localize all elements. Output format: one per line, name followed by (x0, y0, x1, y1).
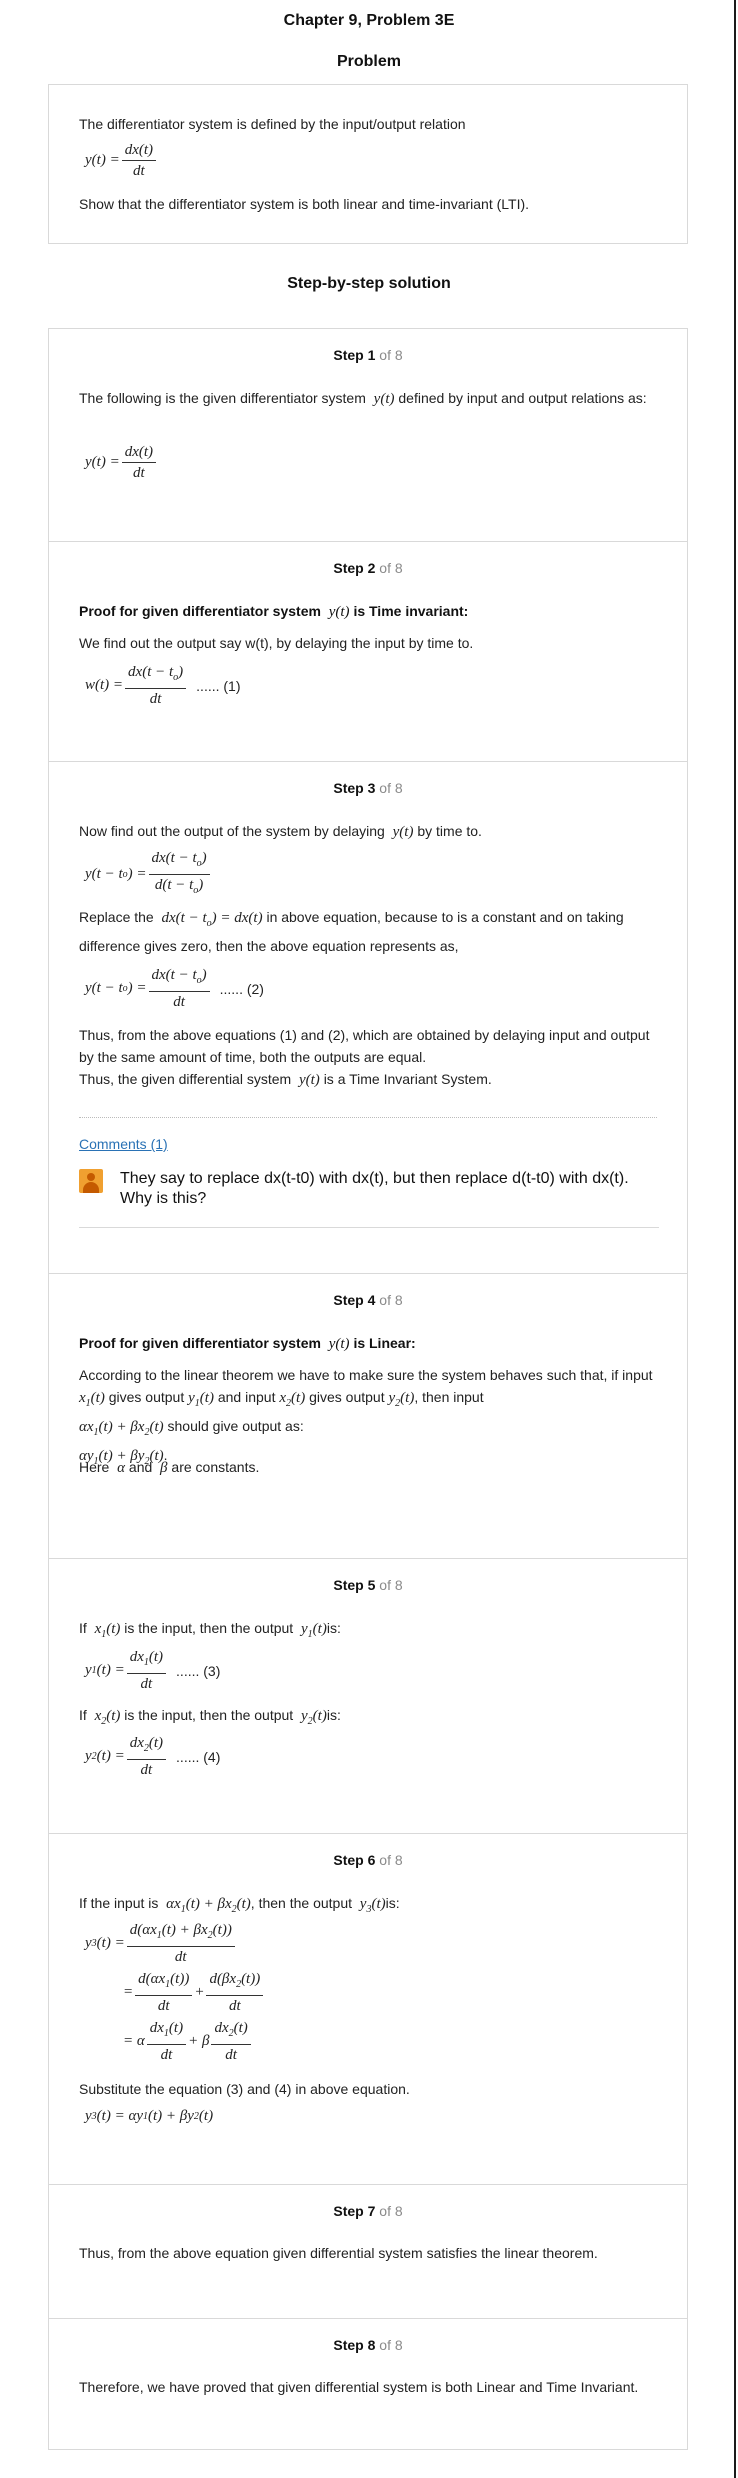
step-equation: w(t) = dx(t − to) dt...... (1) (85, 664, 241, 707)
problem-statement: The differentiator system is defined by … (79, 116, 466, 132)
step-header: Step 6 of 8 (333, 1852, 403, 1868)
step-text: If x1(t) is the input, then the output y… (79, 1620, 341, 1640)
problem-equation: y(t) = dx(t) dt (85, 140, 158, 181)
comment: They say to replace dx(t-t0) with dx(t),… (79, 1169, 659, 1209)
problem-task: Show that the differentiator system is b… (79, 196, 530, 212)
step-3: Step 3 of 8 Now find out the output of t… (49, 761, 687, 1273)
step-text: Here α and β are constants. (79, 1459, 260, 1476)
step-header: Step 3 of 8 (333, 780, 403, 796)
step-equation: y 1 (t) = dx1(t) dt...... (3) (85, 1649, 221, 1692)
comment-text: They say to replace dx(t-t0) with dx(t),… (120, 1170, 629, 1207)
step-equation: y 2 (t) = dx2(t) dt...... (4) (85, 1735, 221, 1778)
step-8: Step 8 of 8 Therefore, we have proved th… (49, 2318, 687, 2449)
step-text: We find out the output say w(t), by dela… (79, 635, 474, 651)
step-text: Thus, the given differential system y(t)… (79, 1071, 492, 1088)
divider (79, 1117, 657, 1118)
step-header: Step 5 of 8 (333, 1577, 403, 1593)
step-header: Step 4 of 8 (333, 1292, 403, 1308)
step-equation: y 3 (t) = d(αx1(t) + βx2(t)) dt = d(αx1(t)) dt… (85, 1920, 265, 2065)
divider (79, 1227, 659, 1228)
step-header: Step 7 of 8 (333, 2203, 403, 2219)
step-4: Step 4 of 8 Proof for given differentiat… (49, 1273, 687, 1558)
step-text: Replace the dx(t − to) = dx(t) in above … (79, 909, 624, 954)
step-text: Thus, from the above equations (1) and (… (79, 1027, 650, 1065)
user-avatar-icon (79, 1169, 103, 1193)
step-title: Proof for given differentiator system y(… (79, 1335, 416, 1352)
step-2: Step 2 of 8 Proof for given differentiat… (49, 541, 687, 761)
step-equation: y 3 (t) = αy 1 (t) + βy 2 (t) (85, 2108, 214, 2124)
problem-heading: Problem (336, 53, 401, 70)
step-text: Therefore, we have proved that given dif… (79, 2379, 639, 2395)
step-header: Step 1 of 8 (333, 347, 403, 363)
step-header: Step 8 of 8 (333, 2337, 403, 2353)
step-equation: y(t − t o) = dx(t − to) dt...... (2) (85, 967, 264, 1010)
comments-link[interactable]: Comments (1) (79, 1136, 168, 1152)
step-7: Step 7 of 8 Thus, from the above equatio… (49, 2184, 687, 2318)
step-text: If the input is αx1(t) + βx2(t), then th… (79, 1895, 400, 1915)
step-header: Step 2 of 8 (333, 560, 403, 576)
step-equation: y(t − t o) = dx(t − to) d(t − to) (85, 848, 212, 901)
step-text: Now find out the output of the system by… (79, 823, 482, 840)
problem-box: The differentiator system is defined by … (48, 84, 688, 244)
step-6: Step 6 of 8 If the input is αx1(t) + βx2… (49, 1833, 687, 2184)
solution-heading: Step-by-step solution (287, 275, 451, 292)
step-text: The following is the given differentiato… (79, 390, 647, 407)
chapter-title: Chapter 9, Problem 3E (283, 12, 455, 29)
step-1: Step 1 of 8 The following is the given d… (49, 329, 687, 541)
step-equation: y(t) = dx(t) dt (85, 442, 158, 483)
step-title: Proof for given differentiator system y(… (79, 603, 469, 620)
step-text: Thus, from the above equation given diff… (79, 2245, 598, 2261)
step-text: If x2(t) is the input, then the output y… (79, 1707, 341, 1727)
step-text: Substitute the equation (3) and (4) in a… (79, 2081, 410, 2097)
step-5: Step 5 of 8 If x1(t) is the input, then … (49, 1558, 687, 1833)
solution-box: Step 1 of 8 The following is the given d… (48, 328, 688, 2450)
